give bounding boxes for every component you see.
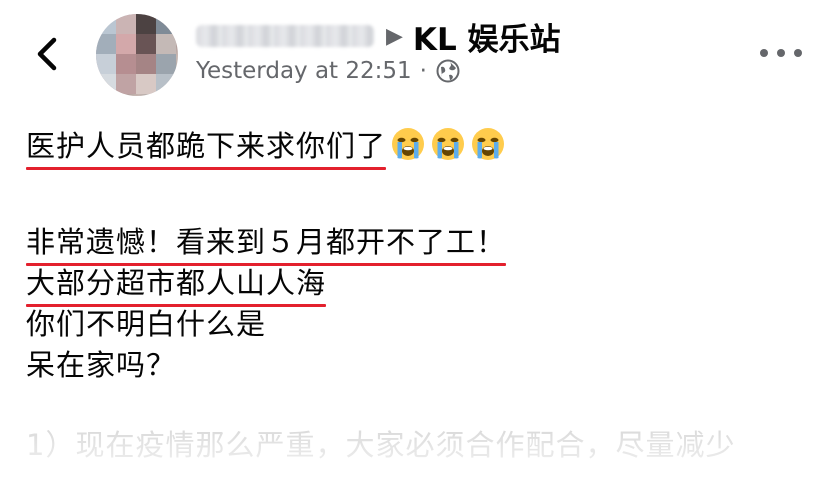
- globe-icon: [436, 59, 460, 83]
- post-text-line-3: 大部分超市都人山人海: [26, 266, 327, 300]
- loudly-crying-face-icon: [472, 128, 505, 160]
- post-timestamp[interactable]: Yesterday at 22:51: [196, 58, 412, 84]
- highlighted-text: 非常遗憾！看来到５月都开不了工！: [26, 224, 507, 266]
- loudly-crying-face-icon: [392, 128, 425, 160]
- post-line-3: 大部分超市都人山人海: [26, 265, 816, 307]
- back-button[interactable]: [26, 30, 70, 78]
- chevron-left-icon: [37, 37, 57, 71]
- post-body: 医护人员都跪下来求你们了 非常遗憾！看来到５月都开不了工！ 大部分超市都人山人海…: [26, 126, 816, 464]
- post-text-line-2: 非常遗憾！看来到５月都开不了工！: [26, 225, 507, 259]
- more-dot-icon: [794, 49, 802, 57]
- post-line-2: 非常遗憾！看来到５月都开不了工！: [26, 224, 816, 266]
- post-line-5: 呆在家吗？: [26, 347, 816, 384]
- meta-dot: ·: [419, 58, 427, 84]
- post-line-1: 医护人员都跪下来求你们了: [26, 126, 816, 170]
- author-row: ▶ KL 娱乐站: [196, 14, 561, 59]
- author-name-blurred[interactable]: [196, 25, 374, 47]
- post-meta: Yesterday at 22:51 ·: [196, 58, 461, 84]
- post-text-line-1: 医护人员都跪下来求你们了: [26, 129, 387, 163]
- avatar[interactable]: [96, 14, 178, 96]
- highlighted-text: 大部分超市都人山人海: [26, 265, 327, 307]
- more-dot-icon: [777, 49, 785, 57]
- post-line-4: 你们不明白什么是: [26, 306, 816, 343]
- post-text-line-6: 1）现在疫情那么严重，大家必须合作配合，尽量减少: [26, 428, 736, 462]
- post-text-line-4: 你们不明白什么是: [26, 307, 267, 341]
- post-header: ▶ KL 娱乐站 Yesterday at 22:51 ·: [0, 0, 828, 110]
- highlighted-text: 医护人员都跪下来求你们了: [26, 128, 387, 170]
- post-line-6: 1）现在疫情那么严重，大家必须合作配合，尽量减少: [26, 427, 816, 464]
- more-dot-icon: [760, 49, 768, 57]
- post-text-line-5: 呆在家吗？: [26, 348, 177, 382]
- loudly-crying-face-icon: [432, 128, 465, 160]
- group-name-link[interactable]: KL 娱乐站: [413, 14, 561, 59]
- arrow-separator-icon: ▶: [386, 23, 403, 49]
- more-options-button[interactable]: [760, 40, 802, 66]
